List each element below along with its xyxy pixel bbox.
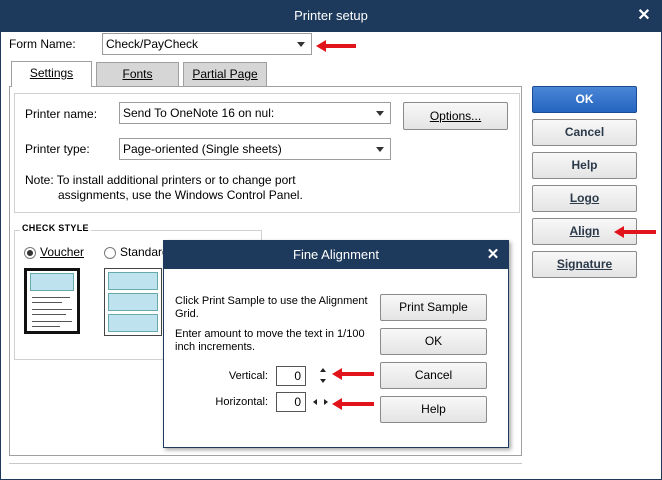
fine-cancel-button[interactable]: Cancel xyxy=(380,362,487,389)
horizontal-label: Horizontal: xyxy=(215,396,268,408)
logo-button-label: Logo xyxy=(569,191,600,205)
printer-type-value: Page-oriented (Single sheets) xyxy=(123,142,282,156)
help-button[interactable]: Help xyxy=(532,152,637,179)
chevron-down-icon xyxy=(376,111,384,116)
line xyxy=(32,326,60,327)
printer-name-value: Send To OneNote 16 on nul: xyxy=(123,106,275,120)
cancel-button[interactable]: Cancel xyxy=(532,119,637,146)
line xyxy=(32,321,72,322)
chevron-down-icon xyxy=(297,42,305,47)
window-title: Printer setup xyxy=(294,8,368,23)
voucher-label-text: Voucher xyxy=(40,245,85,259)
line xyxy=(32,309,72,310)
signature-button[interactable]: Signature xyxy=(532,251,637,278)
horizontal-spinner[interactable] xyxy=(310,396,332,408)
close-icon[interactable]: ✕ xyxy=(634,6,654,26)
check-stub xyxy=(108,272,158,290)
arrow-up-icon[interactable] xyxy=(320,368,326,372)
printer-name-label: Printer name: xyxy=(25,107,98,121)
title-bar: Printer setup ✕ xyxy=(0,0,662,32)
tab-settings[interactable]: Settings xyxy=(11,61,92,87)
options-button-label: Options... xyxy=(429,109,482,123)
arrow-left-icon[interactable] xyxy=(313,399,317,405)
annotation-arrow-icon xyxy=(332,368,374,380)
line xyxy=(32,314,66,315)
check-stub xyxy=(30,273,74,291)
align-button-label: Align xyxy=(569,224,600,238)
printer-type-select[interactable]: Page-oriented (Single sheets) xyxy=(119,138,391,160)
voucher-check-thumbnail[interactable] xyxy=(24,268,80,334)
horizontal-input[interactable]: 0 xyxy=(276,392,306,412)
line xyxy=(32,297,70,298)
tab-fonts[interactable]: Fonts xyxy=(96,62,179,86)
logo-button[interactable]: Logo xyxy=(532,185,637,212)
voucher-radio[interactable] xyxy=(24,247,36,259)
form-name-value: Check/PayCheck xyxy=(106,37,199,51)
fine-ok-button[interactable]: OK xyxy=(380,328,487,355)
options-button[interactable]: Options... xyxy=(403,102,508,130)
tab-partial-page-label: Partial Page xyxy=(192,67,258,81)
instruction-2-line-2: inch increments. xyxy=(175,341,256,353)
printer-type-label: Printer type: xyxy=(25,142,90,156)
chevron-down-icon xyxy=(376,147,384,152)
line xyxy=(32,302,62,303)
vertical-spinner[interactable] xyxy=(316,364,330,386)
instruction-1-line-2: Grid. xyxy=(175,308,199,320)
fine-alignment-title-bar: Fine Alignment ✕ xyxy=(164,241,508,269)
standard-radio[interactable] xyxy=(104,247,116,259)
check-stub xyxy=(108,314,158,332)
divider xyxy=(9,463,522,464)
standard-label: Standard xyxy=(120,245,169,259)
vertical-input[interactable]: 0 xyxy=(276,366,306,386)
tab-partial-page[interactable]: Partial Page xyxy=(183,62,267,86)
print-sample-button[interactable]: Print Sample xyxy=(380,294,487,321)
check-style-title: CHECK STYLE xyxy=(20,223,91,233)
instruction-2-line-1: Enter amount to move the text in 1/100 xyxy=(175,328,365,340)
arrow-down-icon[interactable] xyxy=(320,379,326,383)
standard-check-thumbnail[interactable] xyxy=(104,268,162,336)
note-line-2: assignments, use the Windows Control Pan… xyxy=(58,188,303,202)
voucher-label: Voucher xyxy=(40,245,84,259)
annotation-arrow-icon xyxy=(614,226,656,238)
ok-button[interactable]: OK xyxy=(532,86,637,113)
fine-alignment-dialog: Fine Alignment ✕ Click Print Sample to u… xyxy=(163,240,509,448)
signature-button-label: Signature xyxy=(556,257,613,271)
vertical-label: Vertical: xyxy=(228,370,268,382)
fine-alignment-title: Fine Alignment xyxy=(293,247,379,262)
arrow-right-icon[interactable] xyxy=(324,399,328,405)
check-stub xyxy=(108,293,158,311)
form-name-label: Form Name: xyxy=(9,37,76,51)
fine-help-button[interactable]: Help xyxy=(380,396,487,423)
printer-name-select[interactable]: Send To OneNote 16 on nul: xyxy=(119,102,391,124)
close-icon[interactable]: ✕ xyxy=(484,246,502,264)
annotation-arrow-icon xyxy=(332,398,374,410)
form-name-select[interactable]: Check/PayCheck xyxy=(102,33,312,55)
instruction-1-line-1: Click Print Sample to use the Alignment xyxy=(175,295,368,307)
annotation-arrow-icon xyxy=(316,40,356,52)
note-line-1: Note: To install additional printers or … xyxy=(25,173,296,187)
